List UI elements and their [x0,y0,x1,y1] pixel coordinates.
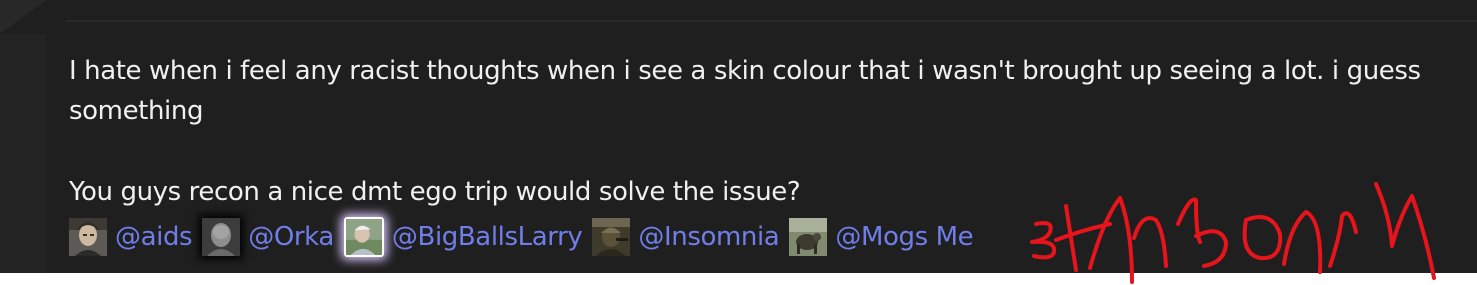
message-text-line: something [69,96,204,126]
avatar-outdoor-photo-icon[interactable] [343,217,384,257]
avatar-grey-portrait-icon[interactable] [202,218,241,256]
mention-list: @aids @Orka @BigBallsLarry @Insomnia @Mo… [69,217,983,257]
mention-orka[interactable]: @Orka [248,220,334,254]
left-strip [0,34,46,273]
avatar-soldier-photo-icon[interactable] [592,218,631,256]
mention-aids[interactable]: @aids [115,220,193,254]
message-text-line: You guys recon a nice dmt ego trip would… [69,177,801,207]
mention-insomnia[interactable]: @Insomnia [638,220,779,254]
avatar-creature-photo-icon[interactable] [789,218,828,256]
left-bevel [0,0,46,34]
mention-bigballslarry[interactable]: @BigBallsLarry [392,220,583,254]
mention-mogs-me[interactable]: @Mogs Me [835,220,973,254]
message-text-line: I hate when i feel any racist thoughts w… [69,56,1421,86]
message-post: I hate when i feel any racist thoughts w… [0,0,1477,273]
post-divider [66,20,1477,22]
avatar-man-portrait-icon[interactable] [69,218,107,256]
